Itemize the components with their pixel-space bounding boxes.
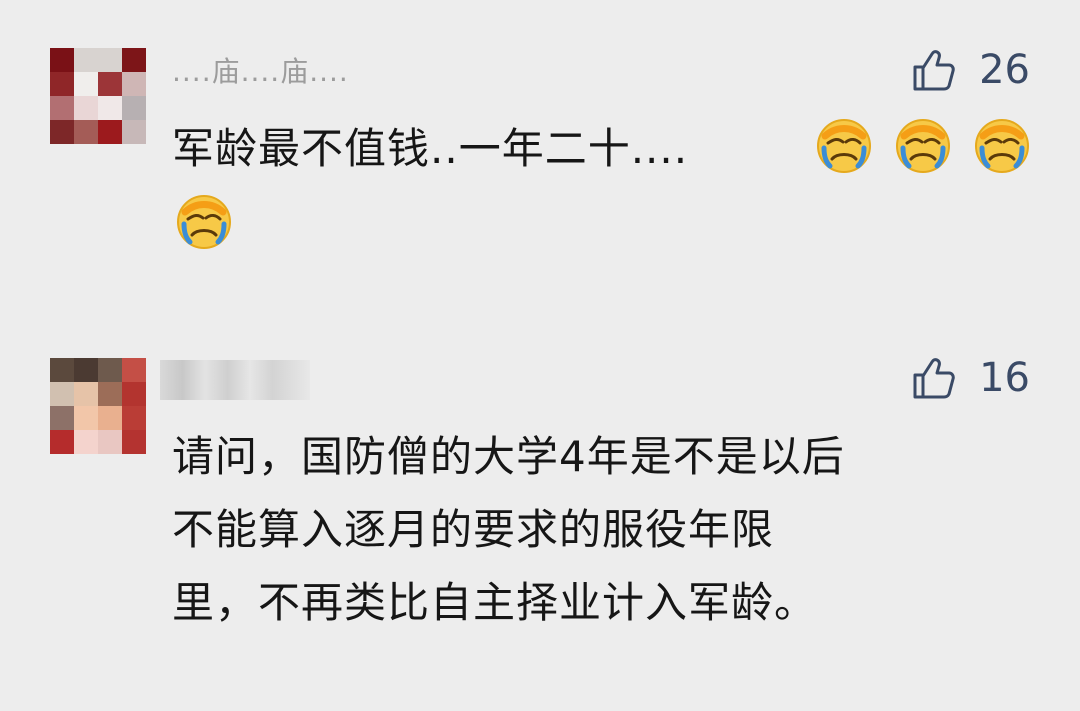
- username-blur: [160, 360, 310, 400]
- avatar[interactable]: [50, 358, 146, 454]
- like-count: 26: [979, 47, 1030, 93]
- like-button[interactable]: 16: [911, 350, 1030, 406]
- like-count: 16: [979, 355, 1030, 401]
- comment-item: 16 请问，国防僧的大学4年是不是以后 不能算入逐月的要求的服役年限 里，不再类…: [0, 330, 1080, 711]
- face-palm-crying-icon: [177, 195, 231, 249]
- like-button[interactable]: 26: [911, 42, 1030, 98]
- comment-item: ....庙....庙.... 26 军龄最不值钱..一年二十....: [0, 0, 1080, 300]
- avatar[interactable]: [50, 48, 146, 144]
- face-palm-crying-icon: [817, 119, 871, 173]
- comment-text: 请问，国防僧的大学4年是不是以后 不能算入逐月的要求的服役年限 里，不再类比自主…: [172, 432, 845, 627]
- emoji-group: [812, 114, 1044, 178]
- face-palm-crying-icon: [975, 119, 1030, 173]
- username[interactable]: ....庙....庙....: [172, 52, 349, 92]
- face-palm-crying-icon: [896, 119, 951, 173]
- thumbs-up-icon: [913, 358, 955, 399]
- emoji-group: [172, 190, 246, 254]
- thumbs-up-icon: [913, 50, 955, 91]
